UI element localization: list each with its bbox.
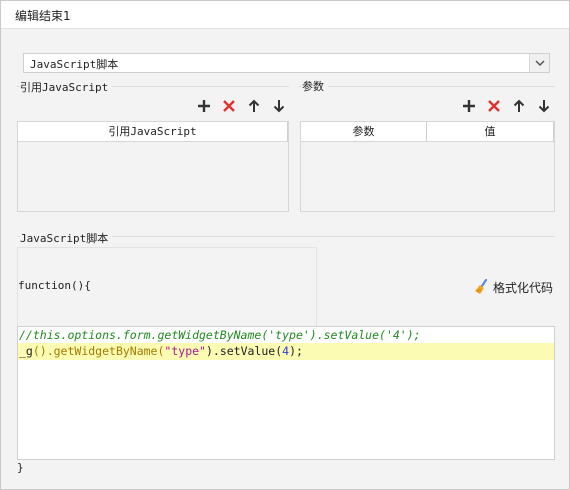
broom-icon bbox=[475, 279, 488, 294]
column-header-ref-js[interactable]: 引用JavaScript bbox=[18, 122, 288, 142]
script-type-select[interactable]: JavaScript脚本 bbox=[23, 53, 550, 73]
code-line-active: _g().getWidgetByName("type").setValue(4)… bbox=[18, 343, 554, 360]
chevron-down-icon bbox=[535, 60, 545, 67]
script-type-value: JavaScript脚本 bbox=[30, 58, 119, 71]
ref-delete-button[interactable] bbox=[221, 98, 237, 114]
column-header-value[interactable]: 值 bbox=[427, 122, 554, 142]
code-token-method: ).setValue( bbox=[205, 344, 283, 358]
function-header: function(){ bbox=[18, 279, 91, 292]
param-delete-button[interactable] bbox=[486, 98, 502, 114]
arrow-up-icon bbox=[513, 99, 525, 112]
code-token-string: "type" bbox=[164, 344, 206, 358]
param-group-label: 参数 bbox=[302, 78, 328, 94]
ref-js-table[interactable]: 引用JavaScript bbox=[17, 121, 289, 212]
arrow-down-icon bbox=[538, 100, 550, 113]
param-group-line bbox=[299, 86, 555, 87]
param-table-header: 参数 值 bbox=[301, 122, 554, 142]
param-table[interactable]: 参数 值 bbox=[300, 121, 555, 212]
plus-icon bbox=[198, 100, 210, 112]
ref-move-down-button[interactable] bbox=[271, 98, 287, 114]
title-bar: 编辑结束1 bbox=[1, 1, 569, 29]
arrow-down-icon bbox=[273, 100, 285, 113]
param-move-up-button[interactable] bbox=[511, 98, 527, 114]
column-header-param[interactable]: 参数 bbox=[301, 122, 427, 142]
ref-move-up-button[interactable] bbox=[246, 98, 262, 114]
plus-icon bbox=[463, 100, 475, 112]
code-token-call: ().getWidgetByName( bbox=[32, 344, 165, 358]
combo-dropdown-button[interactable] bbox=[529, 54, 549, 72]
code-editor[interactable]: //this.options.form.getWidgetByName('typ… bbox=[17, 326, 555, 460]
function-closing-brace: } bbox=[17, 461, 24, 474]
window-title: 编辑结束1 bbox=[15, 9, 71, 23]
param-move-down-button[interactable] bbox=[536, 98, 552, 114]
arrow-up-icon bbox=[248, 99, 260, 112]
code-token-end: ); bbox=[289, 344, 303, 358]
format-code-button[interactable]: 格式化代码 bbox=[474, 278, 556, 296]
delete-x-icon bbox=[488, 100, 500, 112]
ref-js-table-header: 引用JavaScript bbox=[18, 122, 288, 142]
dialog-window: 编辑结束1 JavaScript脚本 引用JavaScript 引用JavaSc… bbox=[0, 0, 570, 490]
ref-group-label: 引用JavaScript bbox=[20, 79, 113, 95]
code-token-function: _g bbox=[19, 344, 33, 358]
script-group-label: JavaScript脚本 bbox=[20, 230, 113, 246]
ref-add-button[interactable] bbox=[196, 98, 212, 114]
param-add-button[interactable] bbox=[461, 98, 477, 114]
delete-x-icon bbox=[223, 100, 235, 112]
code-line-comment: //this.options.form.getWidgetByName('typ… bbox=[19, 328, 421, 342]
format-code-label: 格式化代码 bbox=[493, 281, 554, 295]
